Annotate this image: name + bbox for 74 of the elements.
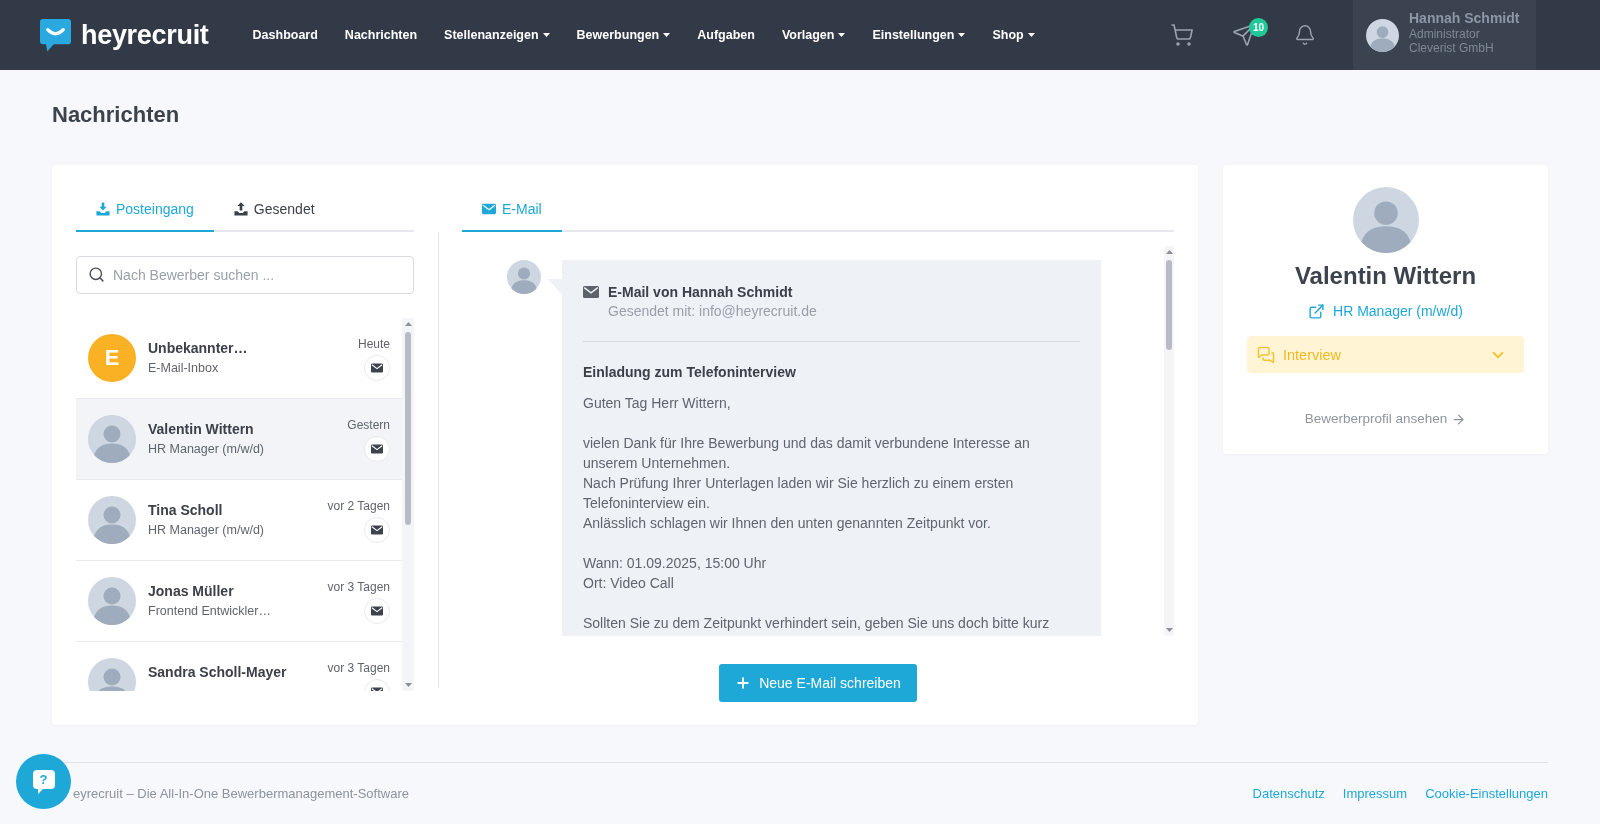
message-time: Heute — [357, 335, 390, 352]
contact-name: Valentin Wittern — [148, 420, 255, 439]
envelope-icon — [364, 354, 390, 381]
user-name: Hannah Schmidt — [1409, 10, 1520, 27]
contact-subtitle: E-Mail-Inbox — [148, 360, 220, 377]
avatar-icon — [88, 496, 136, 544]
contact-name: Tina Scholl — [148, 501, 224, 520]
avatar-icon — [507, 260, 541, 294]
message-time: vor 2 Tagen — [327, 497, 390, 514]
user-role: Administrator — [1409, 27, 1481, 41]
caret-down-icon — [404, 683, 412, 687]
footer-text: eyrecruit – Die All-In-One Bewerbermanagement-Software — [73, 785, 409, 803]
message-text: Nach Prüfung Ihrer Unterlagen laden wir Sie herzlich zu einem ersten Telefoninterview ein. — [583, 474, 1015, 513]
scrollbar-thumb[interactable] — [1166, 260, 1172, 350]
nav-link[interactable]: Shop — [992, 26, 1035, 44]
message-text: Wann: 01.09.2025, 15:00 Uhr — [583, 554, 768, 573]
initial-avatar: E — [88, 334, 136, 382]
nav-link[interactable]: Aufgaben — [697, 26, 755, 44]
nav-link[interactable]: Bewerbungen — [576, 26, 671, 44]
message-text: Guten Tag Herr Wittern, — [583, 394, 732, 413]
contact-subtitle: Frontend Entwickler… — [148, 603, 272, 620]
download-icon — [96, 202, 110, 216]
avatar-icon — [1352, 187, 1419, 253]
nav-link[interactable]: Stellenanzeigen — [444, 26, 550, 44]
envelope-icon — [364, 516, 390, 543]
cart-icon[interactable] — [1170, 23, 1194, 47]
caret-up-icon — [404, 322, 412, 326]
message-text: Sollten Sie zu dem Zeitpunkt verhindert sein, geben Sie uns doch bitte kurz — [583, 614, 1051, 633]
message-text: Anlässlich schlagen wir Ihnen den unten genannten Zeitpunkt vor. — [583, 514, 992, 533]
contact-name: Jonas Müller — [148, 582, 235, 601]
contact-name: Sandra Scholl-Mayer — [148, 663, 288, 682]
message-time: Gestern — [347, 416, 390, 433]
caret-down-icon — [1165, 628, 1173, 632]
envelope-icon — [482, 202, 496, 216]
scrollbar-thumb[interactable] — [405, 332, 411, 525]
sender-info: Gesendet mit: info@heyrecruit.de — [608, 302, 817, 320]
message-time: vor 3 Tagen — [327, 578, 390, 595]
message-text: Ort: Video Call — [583, 574, 675, 593]
envelope-icon — [364, 597, 390, 624]
logo-icon[interactable] — [40, 18, 71, 52]
upload-icon — [233, 202, 248, 216]
conversation-item[interactable]: Valentin Wittern HR Manager (m/w/d) Gestern — [76, 399, 402, 480]
conversation-item[interactable]: Jonas Müller Frontend Entwickler… vor 3 Tagen — [76, 561, 402, 642]
applicant-name: Valentin Wittern — [1294, 261, 1477, 291]
envelope-icon — [583, 286, 599, 298]
contact-subtitle: HR Manager (m/w/d) — [148, 441, 265, 458]
logo-text[interactable]: heyrecruit — [81, 18, 209, 52]
chat-icon — [1257, 345, 1275, 364]
page-title: Nachrichten — [52, 101, 181, 129]
nav-link[interactable]: Vorlagen — [781, 26, 846, 44]
search-field[interactable]: Nach Bewerber suchen ... — [76, 256, 414, 294]
nav-link[interactable]: Einstellungen — [872, 26, 966, 44]
message-time: vor 3 Tagen — [327, 659, 390, 676]
external-link-icon — [1308, 302, 1326, 320]
message-text: vielen Dank für Ihre Bewerbung und das damit verbundene Interesse an unserem Unternehmen. — [583, 434, 1031, 473]
notification-badge: 10 — [1249, 18, 1268, 37]
avatar-icon — [88, 415, 136, 463]
conversation-item[interactable]: Sandra Scholl-Mayer vor 3 Tagen — [76, 642, 402, 691]
search-icon — [88, 266, 105, 283]
tab[interactable]: Gesendet — [213, 190, 335, 232]
envelope-icon — [364, 435, 390, 462]
message-subject: Einladung zum Telefoninterview — [583, 363, 797, 382]
avatar-icon — [1366, 18, 1399, 52]
contact-subtitle: HR Manager (m/w/d) — [148, 522, 265, 539]
nav-link[interactable]: Dashboard — [252, 26, 318, 44]
message-title: E-Mail von Hannah Schmidt — [608, 283, 794, 302]
arrow-right-icon — [1451, 411, 1467, 427]
avatar-icon — [88, 577, 136, 625]
nav-link[interactable]: Nachrichten — [344, 26, 418, 44]
caret-up-icon — [1165, 250, 1173, 254]
bell-icon[interactable] — [1294, 24, 1316, 46]
contact-name: Unbekannter… — [148, 339, 249, 358]
user-company: Cleverist GmbH — [1409, 41, 1495, 55]
conversation-item[interactable]: Tina Scholl HR Manager (m/w/d) vor 2 Tagen — [76, 480, 402, 561]
